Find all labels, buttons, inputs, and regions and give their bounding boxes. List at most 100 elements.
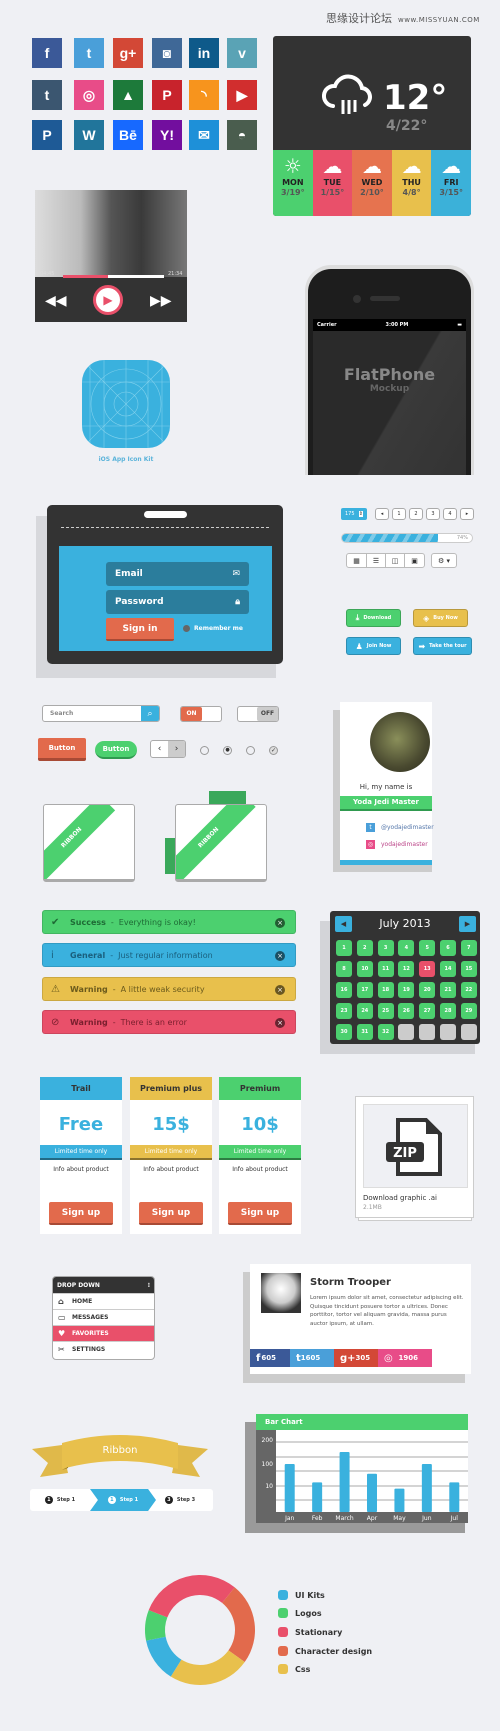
- close-icon[interactable]: ×: [275, 1018, 285, 1028]
- page-button[interactable]: 2: [409, 508, 423, 520]
- dropdown-header[interactable]: DROP DOWN ⁝: [53, 1277, 154, 1293]
- page-button[interactable]: 4: [443, 508, 457, 520]
- fast-forward-button[interactable]: ▶▶: [150, 293, 172, 309]
- buy-now-button[interactable]: ◈ Buy Now: [413, 609, 468, 627]
- radio-unchecked-2[interactable]: [246, 746, 255, 755]
- view-filmstrip-button[interactable]: ▣: [404, 553, 425, 568]
- rewind-button[interactable]: ◀◀: [45, 293, 67, 309]
- next-button[interactable]: ›: [168, 741, 185, 757]
- twitter-stat[interactable]: t 1605: [290, 1349, 334, 1367]
- step-3[interactable]: 3 Step 3: [150, 1489, 210, 1511]
- vimeo-icon[interactable]: v: [227, 38, 257, 68]
- play-button[interactable]: ▶: [93, 285, 123, 315]
- calendar-day[interactable]: 18: [377, 982, 394, 998]
- step-1[interactable]: 1 Step 1: [30, 1489, 90, 1511]
- calendar-day[interactable]: 28: [440, 1003, 456, 1019]
- dropdown-item-messages[interactable]: ▭ MESSAGES: [53, 1309, 154, 1325]
- download-card[interactable]: ZIP Download graphic .ai 2.1MB: [355, 1096, 474, 1218]
- calendar-day[interactable]: 25: [377, 1003, 394, 1019]
- search-icon[interactable]: ⌕: [141, 706, 159, 721]
- dropdown-item-favorites[interactable]: ♥ FAVORITES: [53, 1325, 154, 1341]
- twitter-icon[interactable]: t: [74, 38, 104, 68]
- youtube-icon[interactable]: ▶: [227, 80, 257, 110]
- google-plus-icon[interactable]: g+: [113, 38, 143, 68]
- number-stepper[interactable]: 175 ⇕: [341, 508, 367, 520]
- dribbble-icon[interactable]: ◎: [74, 80, 104, 110]
- calendar-day[interactable]: 19: [398, 982, 415, 998]
- close-icon[interactable]: ×: [275, 985, 285, 995]
- google-plus-stat[interactable]: g+ 305: [334, 1349, 378, 1367]
- calendar-day[interactable]: 7: [460, 940, 477, 956]
- join-now-button[interactable]: ♟ Join Now: [346, 637, 401, 655]
- prev-button[interactable]: ‹: [151, 741, 168, 757]
- mail-icon[interactable]: ✉: [189, 120, 219, 150]
- radio-unchecked[interactable]: [200, 746, 209, 755]
- next-month-button[interactable]: ▶: [459, 916, 476, 932]
- calendar-day[interactable]: 30: [336, 1024, 352, 1040]
- calendar-day[interactable]: 17: [356, 982, 373, 998]
- calendar-day[interactable]: 4: [398, 940, 415, 956]
- calendar-day[interactable]: 2: [356, 940, 373, 956]
- calendar-day[interactable]: 5: [419, 940, 436, 956]
- wordpress-icon[interactable]: W: [74, 120, 104, 150]
- linkedin-icon[interactable]: in: [189, 38, 219, 68]
- sign-up-button[interactable]: Sign up: [139, 1202, 203, 1225]
- checkbox-checked[interactable]: ✓: [269, 746, 278, 755]
- toggle-off[interactable]: OFF: [237, 706, 279, 722]
- tumblr-icon[interactable]: t: [32, 80, 62, 110]
- calendar-day[interactable]: 22: [460, 982, 477, 998]
- yahoo-icon[interactable]: Y!: [152, 120, 182, 150]
- search-input[interactable]: Search ⌕: [42, 705, 160, 722]
- view-list-button[interactable]: ☰: [366, 553, 386, 568]
- page-button[interactable]: 1: [392, 508, 406, 520]
- dropdown-item-home[interactable]: ⌂ HOME: [53, 1293, 154, 1309]
- flat-button[interactable]: Button: [38, 738, 86, 761]
- page-button[interactable]: 3: [426, 508, 440, 520]
- calendar-day[interactable]: 21: [440, 982, 456, 998]
- close-icon[interactable]: ×: [275, 951, 285, 961]
- dropdown-item-settings[interactable]: ✂ SETTINGS: [53, 1341, 154, 1357]
- step-2[interactable]: 1 Step 1: [90, 1489, 156, 1511]
- calendar-day[interactable]: 6: [440, 940, 456, 956]
- calendar-day[interactable]: 8: [336, 961, 352, 977]
- calendar-day[interactable]: 12: [398, 961, 415, 977]
- calendar-day[interactable]: 14: [440, 961, 456, 977]
- download-button[interactable]: ⤓ Download: [346, 609, 401, 627]
- take-the-tour-button[interactable]: ➡ Take the tour: [413, 637, 472, 655]
- twitter-link[interactable]: t @yodajedimaster: [366, 823, 434, 832]
- dribbble-link[interactable]: ◎ yodajedimaster: [366, 840, 428, 849]
- radio-checked[interactable]: ●: [223, 746, 232, 755]
- calendar-day[interactable]: 24: [356, 1003, 373, 1019]
- paypal-icon[interactable]: P: [32, 120, 62, 150]
- calendar-day[interactable]: 16: [336, 982, 352, 998]
- sign-up-button[interactable]: Sign up: [228, 1202, 292, 1225]
- calendar-day[interactable]: 32: [377, 1024, 394, 1040]
- settings-dropdown-button[interactable]: ⚙ ▾: [431, 553, 457, 568]
- calendar-day[interactable]: 11: [377, 961, 394, 977]
- page-button[interactable]: ▸: [460, 508, 474, 520]
- calendar-day[interactable]: 23: [336, 1003, 352, 1019]
- email-field[interactable]: Email ✉: [106, 562, 249, 586]
- pinterest-icon[interactable]: P: [152, 80, 182, 110]
- view-columns-button[interactable]: ◫: [385, 553, 405, 568]
- seek-bar[interactable]: [63, 275, 164, 278]
- view-grid-button[interactable]: ▦: [346, 553, 367, 568]
- toggle-on[interactable]: ON: [180, 706, 222, 722]
- rss-icon[interactable]: ◝: [189, 80, 219, 110]
- page-button[interactable]: ◂: [375, 508, 389, 520]
- calendar-day[interactable]: 1: [336, 940, 352, 956]
- calendar-day[interactable]: 10: [356, 961, 373, 977]
- calendar-day[interactable]: 27: [419, 1003, 436, 1019]
- behance-icon[interactable]: Bē: [113, 120, 143, 150]
- calendar-day[interactable]: 15: [460, 961, 477, 977]
- instagram-icon[interactable]: ◙: [152, 38, 182, 68]
- facebook-icon[interactable]: f: [32, 38, 62, 68]
- remember-me-checkbox[interactable]: Remember me: [183, 625, 243, 632]
- sign-in-button[interactable]: Sign in: [106, 618, 174, 641]
- calendar-day[interactable]: 31: [356, 1024, 373, 1040]
- deviantart-icon[interactable]: ◓: [227, 120, 257, 150]
- dribbble-stat[interactable]: ◎ 1906: [378, 1349, 432, 1367]
- calendar-day[interactable]: 3: [377, 940, 394, 956]
- password-field[interactable]: Password 🔒︎: [106, 590, 249, 614]
- calendar-day[interactable]: 29: [460, 1003, 477, 1019]
